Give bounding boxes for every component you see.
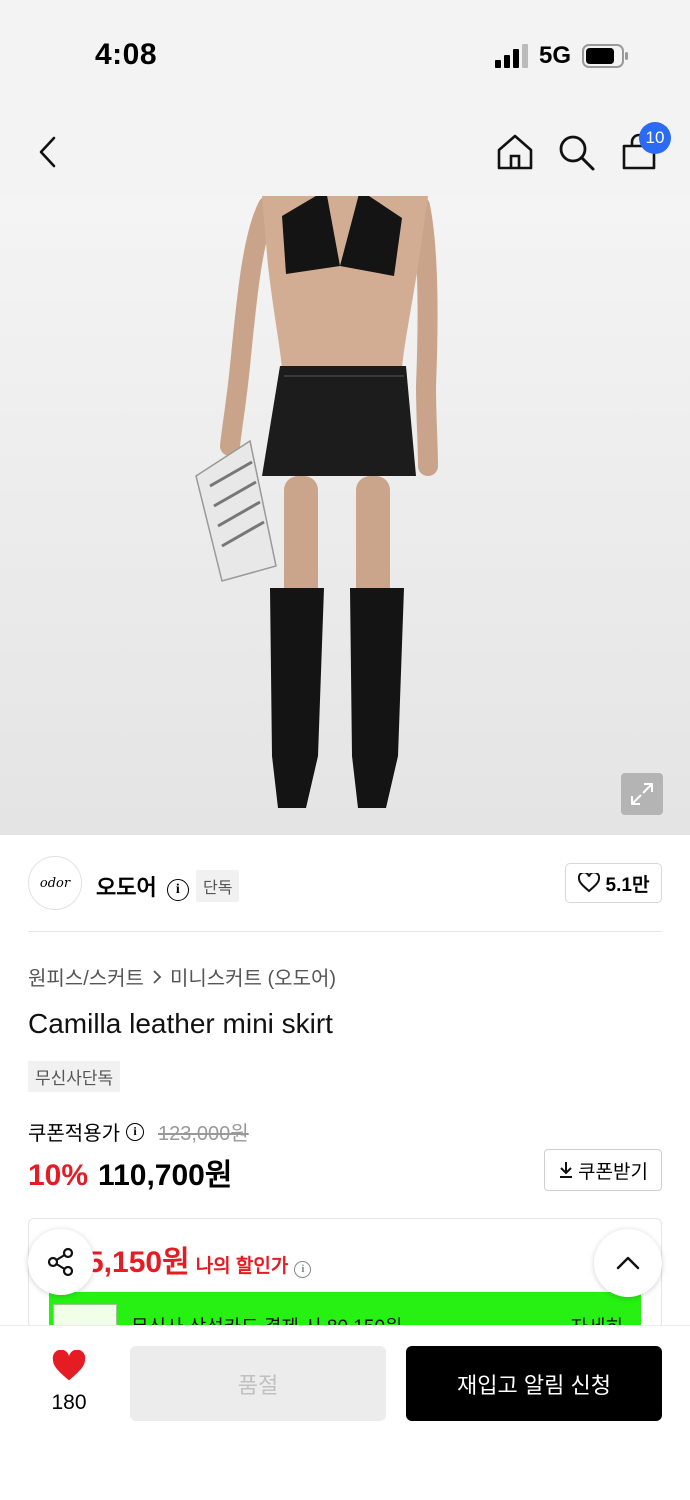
info-icon[interactable]: i xyxy=(294,1260,312,1278)
chevron-right-icon xyxy=(153,969,162,984)
expand-icon xyxy=(631,783,653,805)
exclusive-tag: 단독 xyxy=(196,870,240,902)
wish-count: 180 xyxy=(51,1391,87,1414)
coupon-price-row: 쿠폰적용가 i 123,000원 xyxy=(28,1117,249,1146)
network-type: 5G xyxy=(539,42,572,69)
breadcrumb-subcategory[interactable]: 미니스커트 (오도어) xyxy=(170,962,336,991)
share-icon xyxy=(47,1247,74,1277)
get-coupon-label: 쿠폰받기 xyxy=(578,1161,648,1183)
brand-like-count: 5.1만 xyxy=(605,874,650,896)
signal-icon xyxy=(495,44,528,68)
discount-rate: 10% xyxy=(28,1159,89,1192)
expand-button[interactable] xyxy=(621,773,663,815)
benefit-box: 5,150원 나의 할인가 i 무신사 삼성카드 결제 시 80,150원 자세… xyxy=(28,1218,662,1328)
status-bar: 4:08 5G xyxy=(0,0,690,110)
my-discount-label: 나의 할인가 xyxy=(195,1256,289,1277)
product-title: Camilla leather mini skirt xyxy=(28,1008,333,1039)
battery-icon xyxy=(582,44,628,68)
get-coupon-button[interactable]: 쿠폰받기 xyxy=(544,1149,662,1191)
brand-name: 오도어 xyxy=(96,875,157,900)
info-icon[interactable]: i xyxy=(126,1122,144,1141)
download-icon xyxy=(560,1162,573,1178)
chevron-left-icon xyxy=(39,136,56,168)
chevron-up-icon xyxy=(616,1256,640,1270)
breadcrumb-category[interactable]: 원피스/스커트 xyxy=(28,962,144,991)
cart-badge: 10 xyxy=(639,122,671,154)
original-price: 123,000원 xyxy=(158,1123,249,1145)
share-button[interactable] xyxy=(28,1229,94,1295)
brand-logo[interactable]: odor xyxy=(28,856,82,910)
brand-row: odor 오도어 i 단독 5.1만 xyxy=(28,856,662,912)
restock-alert-button[interactable]: 재입고 알림 신청 xyxy=(406,1346,662,1421)
search-button[interactable] xyxy=(554,130,598,174)
search-icon xyxy=(559,135,595,171)
info-icon[interactable]: i xyxy=(166,879,189,901)
home-button[interactable] xyxy=(493,130,537,174)
cart-button[interactable]: 10 xyxy=(617,122,671,174)
breadcrumb: 원피스/스커트 미니스커트 (오도어) xyxy=(28,962,336,991)
status-time: 4:08 xyxy=(95,38,158,71)
product-image[interactable] xyxy=(0,196,690,835)
product-tag: 무신사단독 xyxy=(28,1061,121,1092)
my-discount-price: 5,150원 xyxy=(87,1246,190,1279)
home-icon xyxy=(497,134,533,170)
coupon-price-label: 쿠폰적용가 xyxy=(28,1123,120,1145)
card-promo-banner[interactable]: 무신사 삼성카드 결제 시 80,150원 자세히 xyxy=(49,1292,641,1327)
heart-outline-icon xyxy=(577,873,600,893)
top-nav: 10 xyxy=(0,110,690,196)
back-button[interactable] xyxy=(26,130,70,174)
soldout-button[interactable]: 품절 xyxy=(130,1346,386,1421)
divider xyxy=(28,931,662,932)
bottom-action-bar: 180 품절 재입고 알림 신청 xyxy=(0,1325,690,1500)
sale-price: 110,700원 xyxy=(98,1159,233,1192)
heart-filled-icon xyxy=(52,1349,86,1381)
my-price-row: 5,150원 나의 할인가 i xyxy=(87,1237,312,1281)
scroll-top-button[interactable] xyxy=(594,1229,662,1297)
price-row: 10% 110,700원 xyxy=(28,1150,232,1194)
brand-name-link[interactable]: 오도어 i xyxy=(96,870,189,902)
wish-button[interactable]: 180 xyxy=(40,1349,98,1415)
model-illustration xyxy=(195,196,438,808)
brand-like-button[interactable]: 5.1만 xyxy=(565,863,662,903)
